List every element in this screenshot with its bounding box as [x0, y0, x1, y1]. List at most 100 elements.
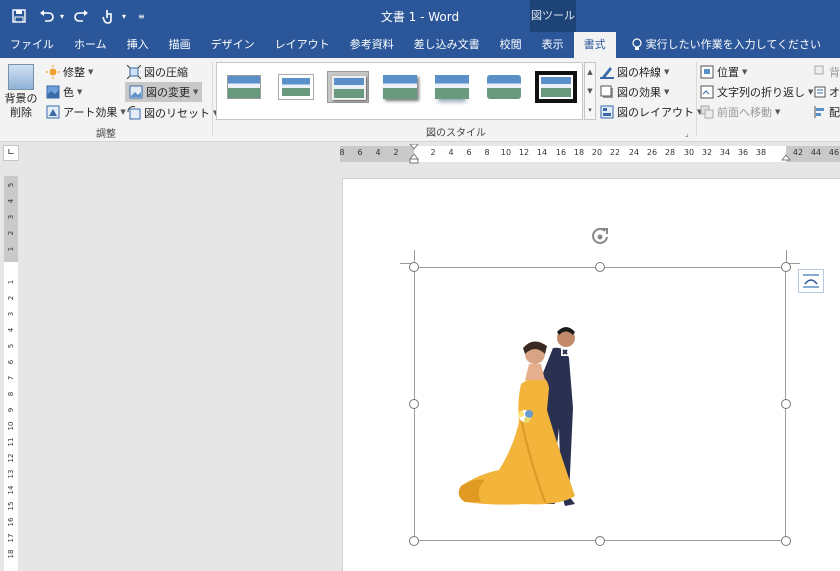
- color-button[interactable]: 色 ▼: [46, 82, 82, 102]
- adjust-group-label: 調整: [96, 129, 116, 140]
- layout-options-button[interactable]: [798, 269, 824, 293]
- tab-view[interactable]: 表示: [532, 32, 574, 58]
- effects-icon: [600, 85, 613, 98]
- tell-me-box[interactable]: 実行したい作業を入力してください: [616, 32, 821, 58]
- layout-options-icon: [803, 274, 819, 288]
- sun-icon: [46, 65, 60, 79]
- resize-handle-bottom-right[interactable]: [781, 536, 791, 546]
- picture-effects-button[interactable]: 図の効果 ▼: [600, 82, 669, 102]
- style-thumb-5[interactable]: [431, 71, 473, 103]
- align-icon: [814, 106, 824, 118]
- wrap-text-label: 文字列の折り返し: [717, 86, 805, 99]
- adjust-group: 背景の 削除 修整▼ 色▼ アート効果▼ 図の圧縮 図の変更▼ 図のリセット▼ …: [0, 58, 218, 142]
- selection-pane-button[interactable]: オ: [814, 82, 840, 102]
- tab-insert[interactable]: 挿入: [117, 32, 159, 58]
- style-thumb-7[interactable]: [535, 71, 577, 103]
- picture-styles-gallery[interactable]: [216, 62, 583, 120]
- reset-picture-label: 図のリセット: [144, 107, 210, 120]
- ribbon-body: 背景の 削除 修整▼ 色▼ アート効果▼ 図の圧縮 図の変更▼ 図のリセット▼ …: [0, 58, 840, 142]
- right-indent-marker-icon[interactable]: [781, 150, 791, 164]
- position-label: 位置: [717, 66, 739, 79]
- remove-background-button[interactable]: 背景の 削除: [2, 64, 40, 120]
- gallery-up-icon[interactable]: ▲: [587, 68, 592, 76]
- style-thumb-1[interactable]: [223, 71, 265, 103]
- wrap-text-icon: [700, 85, 714, 99]
- tab-selector[interactable]: ∟: [3, 145, 19, 161]
- resize-handle-bottom[interactable]: [595, 536, 605, 546]
- horizontal-ruler[interactable]: 8 6 4 2 2 4 6 8 10 12 14 16 18 20 22 24 …: [339, 144, 840, 164]
- tab-review[interactable]: 校閲: [490, 32, 532, 58]
- remove-background-label-2: 削除: [10, 106, 32, 119]
- align-button[interactable]: 配: [814, 102, 840, 122]
- style-thumb-6[interactable]: [483, 71, 525, 103]
- styles-launcher-icon[interactable]: ⌟: [685, 129, 689, 138]
- change-picture-button[interactable]: 図の変更 ▼: [125, 82, 203, 102]
- style-thumb-2[interactable]: [275, 71, 317, 103]
- resize-handle-top-left[interactable]: [409, 262, 419, 272]
- resize-handle-bottom-left[interactable]: [409, 536, 419, 546]
- horizontal-ruler-area: ∟ 8 6 4 2 2 4 6 8 10 12 14 16 18 20 22 2…: [0, 142, 840, 164]
- color-icon: [46, 85, 60, 99]
- style-thumb-4[interactable]: [379, 71, 421, 103]
- resize-handle-right[interactable]: [781, 399, 791, 409]
- position-icon: [700, 65, 714, 79]
- corrections-button[interactable]: 修整 ▼: [46, 62, 93, 82]
- picture-border-button[interactable]: 図の枠線 ▼: [600, 62, 669, 82]
- align-label: 配: [829, 106, 840, 119]
- rotate-handle-icon[interactable]: [590, 226, 612, 246]
- layout-icon: [600, 105, 614, 119]
- bring-forward-label: 前面へ移動: [717, 106, 772, 119]
- send-backward-icon: [814, 65, 824, 75]
- send-backward-label: 背: [829, 66, 840, 79]
- color-label: 色: [63, 86, 74, 99]
- gallery-more-icon[interactable]: ▾: [588, 106, 592, 114]
- tab-format[interactable]: 書式: [573, 32, 616, 58]
- compress-icon: [127, 65, 141, 79]
- tab-layout[interactable]: レイアウト: [265, 32, 340, 58]
- bring-forward-button[interactable]: 前面へ移動 ▼: [700, 102, 780, 122]
- picture-styles-label: 図のスタイル: [426, 128, 486, 139]
- tell-me-text: 実行したい作業を入力してください: [645, 38, 822, 51]
- wrap-text-button[interactable]: 文字列の折り返し ▼: [700, 82, 813, 102]
- change-picture-icon: [129, 85, 143, 99]
- art-effects-button[interactable]: アート効果 ▼: [46, 102, 126, 122]
- indent-marker-icon[interactable]: [409, 144, 419, 164]
- style-thumb-3[interactable]: [327, 71, 369, 103]
- remove-background-icon: [8, 64, 34, 90]
- document-title: 文書 1 - Word: [380, 10, 460, 24]
- resize-handle-top[interactable]: [595, 262, 605, 272]
- wedding-photo[interactable]: [455, 318, 595, 514]
- group-divider: [212, 62, 213, 136]
- picture-layout-label: 図のレイアウト: [617, 106, 694, 119]
- gallery-scroll[interactable]: ▲ ▼ ▾: [584, 62, 596, 120]
- tab-mailings[interactable]: 差し込み文書: [404, 32, 490, 58]
- ribbon-tabs: ファイル ホーム 挿入 描画 デザイン レイアウト 参考資料 差し込み文書 校閲…: [0, 32, 840, 58]
- picture-tools-label: 図ツール: [530, 0, 576, 32]
- picture-selection-frame[interactable]: [414, 267, 786, 541]
- art-effects-icon: [46, 105, 60, 119]
- picture-effects-label: 図の効果: [617, 86, 661, 99]
- compress-pictures-button[interactable]: 図の圧縮: [127, 62, 188, 82]
- picture-border-label: 図の枠線: [617, 66, 661, 79]
- border-pen-icon: [600, 67, 614, 79]
- tab-design[interactable]: デザイン: [201, 32, 265, 58]
- selection-pane-icon: [814, 86, 826, 98]
- remove-background-label-1: 背景の: [4, 92, 38, 105]
- vertical-ruler[interactable]: 5 4 3 2 1 1 2 3 4 5 6 7 8 9 10 11 12 13 …: [4, 176, 18, 571]
- send-backward-button[interactable]: 背: [814, 62, 840, 82]
- corrections-label: 修整: [63, 66, 85, 79]
- art-effects-label: アート効果: [63, 106, 118, 119]
- tab-home[interactable]: ホーム: [64, 32, 117, 58]
- resize-handle-left[interactable]: [409, 399, 419, 409]
- tab-draw[interactable]: 描画: [159, 32, 201, 58]
- picture-layout-button[interactable]: 図のレイアウト ▼: [600, 102, 702, 122]
- selection-pane-label: オ: [829, 86, 840, 99]
- position-button[interactable]: 位置 ▼: [700, 62, 747, 82]
- gallery-down-icon[interactable]: ▼: [587, 87, 592, 95]
- resize-handle-top-right[interactable]: [781, 262, 791, 272]
- reset-picture-button[interactable]: 図のリセット▼: [127, 103, 218, 123]
- compress-label: 図の圧縮: [144, 66, 188, 79]
- tab-file[interactable]: ファイル: [0, 32, 64, 58]
- group-divider: [696, 62, 697, 136]
- tab-references[interactable]: 参考資料: [340, 32, 404, 58]
